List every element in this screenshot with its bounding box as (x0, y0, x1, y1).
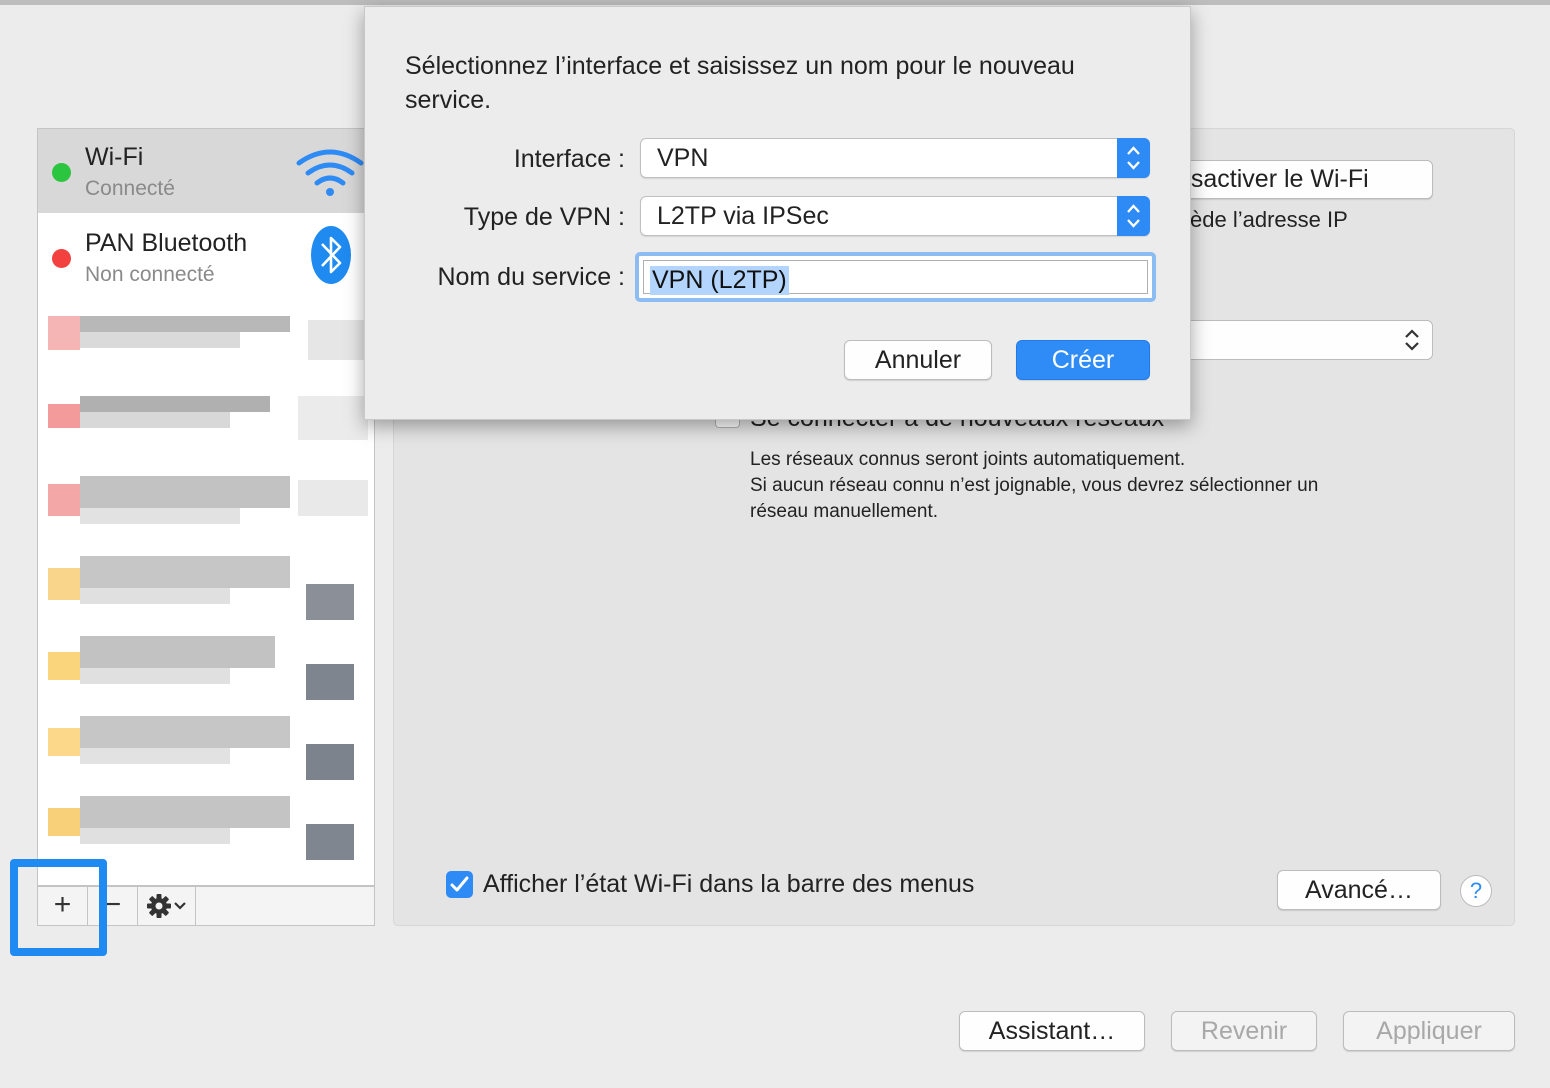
service-name: Wi-Fi (85, 143, 144, 171)
interface-label: Interface : (513, 145, 625, 173)
cancel-button[interactable]: Annuler (844, 340, 992, 380)
popup-stepper (1117, 196, 1150, 236)
list-item[interactable] (48, 396, 368, 460)
add-service-button[interactable]: + (38, 887, 88, 925)
ip-address-text: ède l’adresse IP (1190, 207, 1348, 232)
message-line: Sélectionnez l’interface et saisissez un… (405, 52, 1075, 80)
status-dot-disconnected (52, 249, 71, 268)
vpn-type-label: Type de VPN : (463, 203, 625, 231)
bluetooth-icon (311, 226, 351, 284)
turn-wifi-off-button[interactable]: ésactiver le Wi-Fi (1170, 160, 1433, 199)
list-item[interactable] (48, 476, 368, 540)
apply-button[interactable]: Appliquer (1343, 1011, 1515, 1051)
help-line: réseau manuellement. (750, 501, 938, 522)
auto-join-help-text: Les réseaux connus seront joints automat… (750, 447, 1430, 525)
pixelated-services (48, 316, 368, 885)
service-item-wifi[interactable]: Wi-Fi Connecté (38, 129, 374, 213)
advanced-button[interactable]: Avancé… (1277, 870, 1441, 910)
help-line: Si aucun réseau connu n’est joignable, v… (750, 475, 1319, 496)
service-name: PAN Bluetooth (85, 229, 248, 257)
updown-chevron-icon (1127, 204, 1140, 228)
create-button[interactable]: Créer (1016, 340, 1150, 380)
popup-stepper (1117, 138, 1150, 178)
service-name-value: VPN (L2TP) (650, 266, 789, 295)
new-service-sheet: Sélectionnez l’interface et saisissez un… (364, 6, 1191, 420)
vpn-type-popup[interactable]: L2TP via IPSec (640, 196, 1150, 236)
service-list-toolbar: + − (37, 886, 375, 926)
window-top-border (0, 0, 1550, 5)
interface-value: VPN (657, 144, 709, 172)
status-dot-connected (52, 163, 71, 182)
sheet-message: Sélectionnez l’interface et saisissez un… (405, 49, 1165, 117)
service-name-input[interactable]: VPN (L2TP) (643, 260, 1148, 295)
checkmark-icon (450, 876, 469, 892)
updown-chevron-icon (1127, 146, 1140, 170)
list-item[interactable] (48, 556, 368, 620)
list-item[interactable] (48, 796, 368, 860)
assistant-button[interactable]: Assistant… (959, 1011, 1145, 1051)
show-wifi-status-checkbox[interactable] (446, 871, 473, 898)
network-service-list[interactable]: Wi-Fi Connecté PAN Bluetooth Non connect… (37, 128, 375, 886)
service-status: Connecté (85, 177, 175, 200)
remove-service-button[interactable]: − (88, 887, 138, 925)
revert-button[interactable]: Revenir (1171, 1011, 1317, 1051)
help-line: Les réseaux connus seront joints automat… (750, 449, 1186, 470)
gear-icon (146, 894, 186, 918)
wifi-icon (296, 149, 364, 196)
vpn-type-value: L2TP via IPSec (657, 202, 829, 230)
list-item[interactable] (48, 636, 368, 700)
updown-chevron-icon (1405, 329, 1419, 351)
list-item[interactable] (48, 716, 368, 780)
service-status: Non connecté (85, 263, 215, 286)
network-name-popup[interactable] (1170, 320, 1433, 360)
service-item-bluetooth-pan[interactable]: PAN Bluetooth Non connecté (38, 215, 374, 299)
service-name-field[interactable]: VPN (L2TP) (635, 252, 1156, 302)
show-wifi-status-label: Afficher l’état Wi-Fi dans la barre des … (483, 870, 975, 898)
message-line: service. (405, 86, 492, 114)
list-item[interactable] (48, 316, 368, 380)
help-button[interactable]: ? (1460, 875, 1492, 907)
action-menu-button[interactable] (138, 887, 196, 925)
interface-popup[interactable]: VPN (640, 138, 1150, 178)
service-name-label: Nom du service : (437, 263, 625, 291)
